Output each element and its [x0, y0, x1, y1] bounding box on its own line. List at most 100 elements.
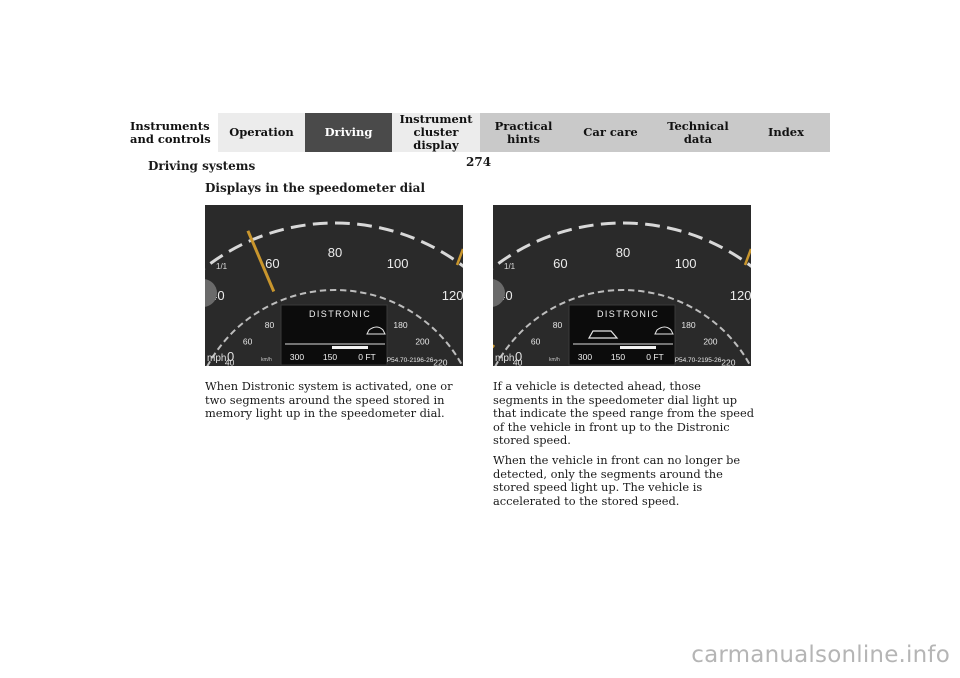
kmh-scale-segment — [711, 319, 718, 326]
kmh-scale-segment — [597, 290, 605, 294]
distance-fill — [332, 346, 368, 349]
tab-label: Instruments and controls — [130, 118, 211, 146]
tab-technical-data[interactable]: Technical data — [654, 113, 742, 152]
kmh-label: 200 — [415, 337, 429, 347]
kmh-scale-segment — [541, 310, 548, 316]
kmh-scale-segment — [262, 305, 269, 311]
kmh-scale-segment — [657, 293, 665, 297]
chapter-tab-bar: Instruments and controls Operation Drivin… — [130, 113, 830, 152]
mph-scale-segment — [357, 222, 373, 228]
secondary-gauge-needle — [743, 248, 751, 266]
distance-label: 300 — [578, 352, 592, 362]
distance-label: 0 FT — [358, 352, 375, 362]
kmh-unit-label: km/h — [261, 357, 272, 363]
kmh-scale-segment — [398, 303, 405, 309]
mph-scale-segment — [334, 221, 350, 226]
tab-label: Practical hints — [494, 118, 553, 146]
kmh-scale-segment — [550, 305, 557, 311]
kmh-scale-segment — [253, 310, 260, 316]
tab-car-care[interactable]: Car care — [567, 113, 654, 152]
kmh-scale-segment — [379, 296, 387, 301]
tab-instruments-and-controls[interactable]: Instruments and controls — [130, 113, 218, 152]
mph-label: 120 — [442, 288, 463, 303]
tab-label: Technical data — [667, 118, 729, 146]
mph-zero-label: 0 — [515, 349, 522, 364]
kmh-scale-segment — [289, 294, 297, 299]
distance-label: 150 — [611, 352, 625, 362]
kmh-scale-segment — [667, 296, 675, 301]
mph-scale-segment — [228, 243, 243, 253]
kmh-label: 220 — [721, 357, 735, 366]
mph-scale-segment — [440, 250, 455, 261]
part-number: P54.70-2195-26 — [675, 357, 722, 364]
kmh-scale-segment — [558, 301, 566, 306]
distance-label: 0 FT — [646, 352, 663, 362]
kmh-scale-segment — [388, 299, 396, 304]
kmh-scale-segment — [745, 357, 751, 365]
mph-scale-segment — [708, 239, 724, 250]
kmh-scale-segment — [504, 344, 511, 351]
kmh-scale-segment — [607, 289, 615, 292]
kmh-scale-segment — [350, 289, 357, 293]
speedometer-figure-vehicle-ahead: 2040608010012014016002040608010012014016… — [493, 205, 751, 366]
tab-operation[interactable]: Operation — [218, 113, 305, 152]
kmh-scale-segment — [638, 289, 645, 293]
kmh-scale-segment — [431, 326, 438, 333]
distronic-label: DISTRONIC — [597, 309, 659, 319]
kmh-scale-segment — [270, 301, 278, 306]
tab-label: Driving — [324, 125, 373, 139]
tab-label: Instrument cluster display — [399, 112, 473, 152]
kmh-label: 220 — [433, 357, 447, 366]
paragraph: When the vehicle in front can no longer … — [493, 452, 741, 508]
kmh-scale-segment — [587, 291, 595, 296]
kmh-label: 60 — [243, 337, 253, 347]
kmh-scale-segment — [369, 293, 377, 297]
kmh-scale-segment — [237, 322, 244, 328]
kmh-scale-segment — [577, 294, 585, 299]
page-number: 274 — [466, 155, 492, 169]
kmh-scale-segment — [299, 291, 307, 296]
tab-driving[interactable]: Driving — [305, 113, 392, 152]
part-number: P54.70-2196-26 — [387, 357, 434, 364]
mph-scale-segment — [578, 223, 594, 230]
mph-label: 120 — [730, 288, 751, 303]
mph-label: 60 — [265, 256, 279, 271]
tab-index[interactable]: Index — [742, 113, 830, 152]
kmh-scale-segment — [686, 303, 693, 309]
tab-instrument-cluster-display[interactable]: Instrument cluster display — [392, 113, 480, 152]
kmh-label: 200 — [703, 337, 717, 347]
mph-label: 80 — [328, 245, 342, 260]
mph-scale-segment — [458, 262, 463, 268]
mph-scale-segment — [400, 231, 415, 240]
mph-scale-segment — [688, 231, 703, 240]
kmh-scale-segment — [280, 297, 287, 302]
mph-scale-segment — [269, 227, 285, 235]
kmh-scale-segment — [415, 313, 422, 320]
kmh-scale-segment — [445, 341, 451, 348]
mph-scale-segment — [746, 262, 751, 268]
kmh-scale-segment — [423, 319, 430, 326]
tab-practical-hints[interactable]: Practical hints — [480, 113, 567, 152]
left-column-text: When Distronic system is activated, one … — [205, 379, 467, 427]
mph-scale-segment — [516, 243, 531, 253]
kmh-scale-segment — [533, 316, 540, 322]
mph-scale-segment — [645, 222, 661, 228]
distance-label: 150 — [323, 352, 337, 362]
kmh-scale-segment — [517, 329, 524, 335]
kmh-scale-segment — [438, 333, 445, 340]
mph-scale-segment — [666, 226, 682, 233]
speed-needle — [493, 344, 496, 349]
watermark: carmanualsonline.info — [691, 642, 950, 668]
kmh-scale-segment — [568, 297, 575, 302]
distronic-label: DISTRONIC — [309, 309, 371, 319]
mph-scale-segment — [536, 234, 552, 243]
mph-unit-label: mph — [207, 353, 226, 364]
gear-indicator-label: 1/1 — [216, 262, 228, 271]
kmh-scale-segment — [694, 308, 702, 314]
kmh-scale-segment — [457, 357, 463, 365]
kmh-scale-segment — [525, 322, 532, 328]
right-column-text: If a vehicle is detected ahead, those se… — [493, 379, 758, 514]
kmh-scale-segment — [229, 329, 236, 335]
mph-scale-segment — [312, 221, 328, 226]
mph-scale-segment — [378, 226, 394, 233]
